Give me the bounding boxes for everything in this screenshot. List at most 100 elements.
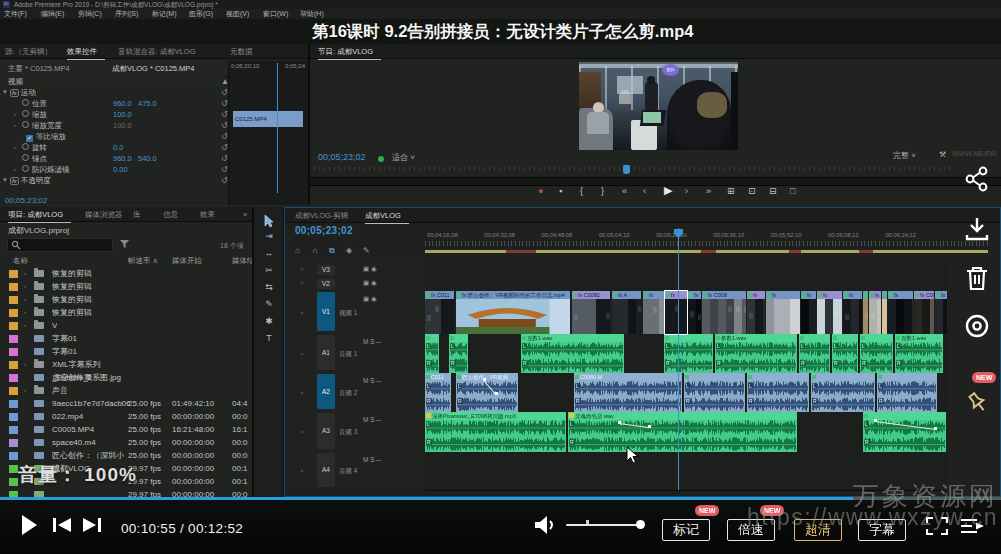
fx-master-clip[interactable]: 主要 * C0125.MP4 [8,64,70,74]
project-row[interactable]: 9aecc1b7e7d7dacb0617aa25.00 fps01:49:42:… [0,397,250,410]
a1-clip[interactable]: 条数1.wavLR [715,334,797,373]
track-header-A2[interactable]: A2▫音频 2M S ─ [285,373,424,413]
track-icons-V2[interactable]: ▣ ◉ [363,279,377,287]
player-button-标记[interactable]: 标记 [662,519,710,541]
menu-1[interactable]: 文件(F) [4,9,27,19]
track-header-master[interactable] [285,490,424,497]
player-progress-played[interactable] [0,497,853,500]
a2-clip[interactable]: C011LR [425,373,451,412]
v1-clip[interactable]: fx C0010.M [914,291,934,334]
project-column-1[interactable]: 名称 [13,256,28,266]
tool-tool-hand[interactable]: ✱ [263,316,275,328]
a2-clip[interactable]: 匠心创作：VR视频LR [456,373,518,412]
v1-clip[interactable]: fx A [612,291,641,334]
a1-clip[interactable]: LR [664,334,713,373]
track-target-A4[interactable]: A4 [317,453,335,487]
track-lock-V3[interactable]: ▫ [301,265,303,272]
track-icons-V1[interactable]: ▣ ◉ [363,295,377,303]
volume-slider-knob[interactable] [636,520,645,529]
track-header-V1[interactable]: V1▫视频 1▣ ◉ [285,291,424,335]
trash-icon[interactable] [964,265,990,291]
project-tab-6[interactable]: » [243,210,247,219]
menu-3[interactable]: 剪辑(C) [78,9,102,19]
fx-sequence-clip[interactable]: 成都VLOG * C0125.MP4 [112,64,195,74]
menu-5[interactable]: 标记(M) [152,9,177,19]
fx-row-9[interactable]: ▼fx不透明度↺ [0,175,226,186]
menu-7[interactable]: 视图(V) [226,9,249,19]
program-zoom-bar[interactable] [310,177,1001,186]
timeline-tool-4[interactable]: ◈ [346,246,352,255]
fx-panel-tab-1[interactable]: 源:（无剪辑） [5,47,52,57]
a1-clip[interactable]: LR [832,334,858,373]
track-icons-A3[interactable]: M S ─ [363,416,381,423]
tool-tool-razor[interactable]: ✂ [263,265,275,277]
fx-mini-playhead[interactable] [277,63,278,193]
fx-panel-tab-2[interactable]: 效果控件 [67,47,97,57]
v1-clip[interactable]: fx [863,291,868,334]
transport-button-4[interactable]: } [601,186,604,196]
next-button[interactable] [82,517,102,533]
timeline-tool-2[interactable]: ∩ [312,246,318,255]
project-tab-5[interactable]: 效果 [200,210,215,220]
menu-9[interactable]: 帮助(H) [300,9,324,19]
fx-row-7[interactable]: 锚点960.0 540.0↺ [0,153,226,164]
a3-clip[interactable]: LR [863,412,946,452]
timeline-ruler[interactable]: 00;04;16;0800;04;32;0800;04;48;0800;05;0… [425,229,988,246]
program-playhead[interactable] [623,165,630,174]
transport-button-7[interactable]: ▶ [664,184,672,197]
v1-clip[interactable]: fx [888,291,913,334]
track-header-A4[interactable]: A4▫音频 4M S ─ [285,452,424,491]
fx-row-2[interactable]: 位置960.0 475.0↺ [0,98,226,109]
project-tab-3[interactable]: 库 [133,210,141,220]
a1-clip[interactable]: 克数1.wavLR [895,334,943,373]
tool-tool-track-select[interactable]: ⇥ [263,231,275,243]
v1-clip[interactable]: fx [747,291,765,334]
track-icons-A2[interactable]: M S ─ [363,377,381,384]
project-row[interactable]: 字幕01 [0,345,250,358]
v1-clip[interactable]: fx [766,291,800,334]
v1-clip[interactable]: fx [665,291,687,334]
transport-button-10[interactable]: ⊞ [727,186,735,196]
timeline-tab-2[interactable]: 成都VLOG [365,211,401,221]
transport-button-3[interactable]: { [580,186,583,196]
project-row[interactable]: ›恢复的剪辑 [0,280,250,293]
transport-button-9[interactable]: » [706,186,711,196]
project-row[interactable]: 虚空创作票系图.jpg [0,371,250,384]
track-target-A1[interactable]: A1 [317,335,335,370]
download-icon[interactable] [964,216,990,242]
tool-tool-pen[interactable]: ✎ [263,299,275,311]
a2-clip[interactable]: LR [747,373,809,412]
v1-clip[interactable]: fx [843,291,862,334]
project-tab-2[interactable]: 媒体浏览器 [85,210,123,220]
project-row[interactable]: ›恢复的剪辑 [0,293,250,306]
track-icons-A4[interactable]: M S ─ [363,456,381,463]
program-scrubber[interactable] [314,167,954,176]
project-row[interactable]: 字幕01 [0,332,250,345]
menu-6[interactable]: 图形(G) [189,9,213,19]
fx-row-5[interactable]: ✓等比缩放↺ [0,131,226,142]
filter-funnel-icon[interactable] [120,240,129,248]
track-target-A2[interactable]: A2 [317,374,335,409]
a3-clip[interactable]: 灵魂面包店.wavLR [568,412,797,452]
track-lock-A3[interactable]: ▫ [301,428,303,435]
transport-button-8[interactable]: › [685,186,688,196]
tool-tool-ripple-edit[interactable]: ↔ [263,248,275,260]
project-tab-1[interactable]: 项目: 成都VLOG [8,210,63,220]
a2-clip[interactable]: LR [684,373,745,412]
a1-clip[interactable]: LR [449,334,468,373]
fx-mini-clip[interactable]: C0125.MP4 [233,111,303,127]
tool-tool-type[interactable]: T [263,333,275,345]
transport-button-11[interactable]: ⊡ [748,186,756,196]
project-row[interactable]: 022.mp425.00 fps00:00:00:0000:0 [0,410,250,423]
project-search-input[interactable] [7,238,113,252]
track-lock-A2[interactable]: ▫ [301,389,303,396]
transport-button-6[interactable]: ‹ [643,186,646,196]
project-column-3[interactable]: 媒体开始 [172,256,202,266]
track-target-V3[interactable]: V3 [317,265,335,275]
tool-tool-slip[interactable]: ⇆ [263,282,275,294]
transport-button-12[interactable]: ⊟ [769,186,777,196]
track-header-A3[interactable]: A3▫音频 3M S ─ [285,412,424,453]
track-icons-A1[interactable]: M S ─ [363,338,381,345]
fx-row-1[interactable]: ▼fx运动↺ [0,87,226,98]
v1-clip[interactable]: fx [688,291,701,334]
